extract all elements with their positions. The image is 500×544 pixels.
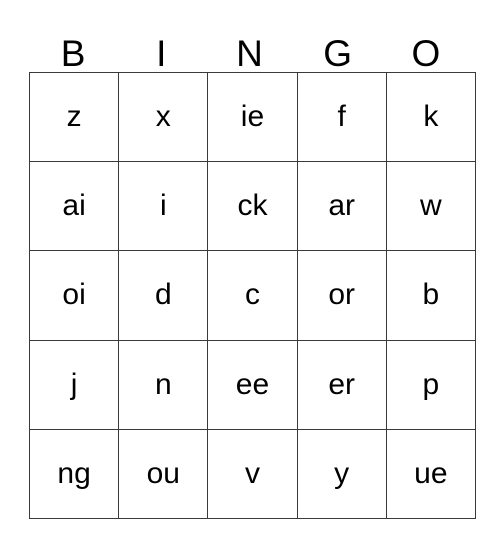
bingo-cell[interactable]: ck [207,161,298,252]
bingo-header-row: B I N G O [29,16,470,72]
bingo-cell[interactable]: w [385,161,476,252]
bingo-cell[interactable]: p [385,339,476,430]
bingo-cell[interactable]: ee [207,339,298,430]
bingo-header-letter-i: I [156,33,167,74]
bingo-row: ng ou v y ue [28,428,476,519]
bingo-cell[interactable]: n [118,339,209,430]
bingo-cell[interactable]: ai [28,161,120,252]
bingo-cell[interactable]: ie [207,71,298,163]
bingo-cell[interactable]: oi [28,250,120,341]
bingo-cell[interactable]: ar [296,161,387,252]
bingo-card: B I N G O z x ie f k ai i ck ar w oi d c… [28,16,476,519]
bingo-row: ai i ck ar w [28,161,476,252]
bingo-cell[interactable]: ou [118,428,209,519]
bingo-header-letter-g: G [323,33,353,74]
bingo-cell[interactable]: f [296,71,387,163]
bingo-cell[interactable]: k [385,71,476,163]
bingo-row: oi d c or b [28,250,476,341]
bingo-cell[interactable]: b [385,250,476,341]
bingo-header-letter-b: B [60,33,86,74]
bingo-cell[interactable]: i [118,161,209,252]
bingo-cell[interactable]: j [28,339,120,430]
bingo-header-letter-n: N [236,33,263,74]
bingo-cell[interactable]: v [207,428,298,519]
bingo-cell[interactable]: er [296,339,387,430]
bingo-cell[interactable]: y [296,428,387,519]
bingo-cell[interactable]: x [118,71,209,163]
bingo-cell[interactable]: ng [28,428,120,519]
bingo-row: j n ee er p [28,339,476,430]
bingo-cell[interactable]: c [207,250,298,341]
bingo-cell[interactable]: ue [385,428,476,519]
bingo-cell[interactable]: z [28,71,120,163]
bingo-cell[interactable]: or [296,250,387,341]
bingo-row: z x ie f k [28,71,476,163]
bingo-cell[interactable]: d [118,250,209,341]
bingo-header-letter-o: O [411,33,441,74]
bingo-grid: z x ie f k ai i ck ar w oi d c or b j n … [28,71,476,519]
